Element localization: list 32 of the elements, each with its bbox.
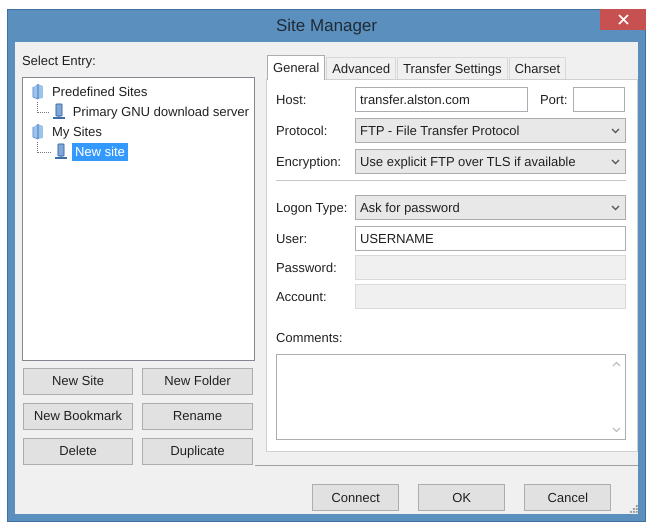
field-label: Encryption:: [276, 152, 342, 171]
field-label: Logon Type:: [276, 198, 348, 217]
field-label: Host:: [276, 90, 308, 109]
site-action-button[interactable]: Duplicate: [142, 438, 253, 464]
field-label: Password:: [276, 258, 338, 277]
site-action-button[interactable]: New Site: [23, 368, 133, 394]
tree-item[interactable]: Predefined Sites: [49, 82, 150, 100]
site-action-button[interactable]: New Bookmark: [23, 402, 133, 430]
tree-item[interactable]: My Sites: [49, 122, 105, 140]
host-field[interactable]: transfer.alston.com: [355, 87, 528, 112]
site-action-button[interactable]: New Folder: [142, 368, 253, 394]
protocol-dropdown[interactable]: FTP - File Transfer Protocol: [355, 118, 626, 143]
field-label: Protocol:: [276, 122, 328, 140]
dialog-button[interactable]: OK: [418, 484, 506, 511]
encryption-dropdown[interactable]: Use explicit FTP over TLS if available: [355, 149, 626, 174]
tab[interactable]: Transfer Settings: [397, 57, 508, 79]
tab[interactable]: General: [267, 55, 326, 80]
tree-item[interactable]: Primary GNU download server: [70, 102, 252, 120]
dialog-button[interactable]: Connect: [312, 484, 400, 511]
logon-type-dropdown[interactable]: Ask for password: [355, 195, 626, 220]
user-field[interactable]: USERNAME: [355, 226, 626, 251]
field-label: Account:: [276, 288, 328, 306]
field-label: Comments:: [276, 329, 342, 347]
field-label: User:: [276, 230, 308, 248]
dialog-button[interactable]: Cancel: [524, 484, 612, 511]
window-title: Site Manager: [276, 15, 378, 38]
field-label: Port:: [540, 90, 568, 109]
tab[interactable]: Charset: [508, 57, 566, 79]
tab[interactable]: Advanced: [326, 57, 396, 79]
select-entry-label: Select Entry:: [22, 52, 96, 70]
site-action-button[interactable]: Rename: [142, 402, 253, 430]
site-action-button[interactable]: Delete: [23, 438, 133, 464]
